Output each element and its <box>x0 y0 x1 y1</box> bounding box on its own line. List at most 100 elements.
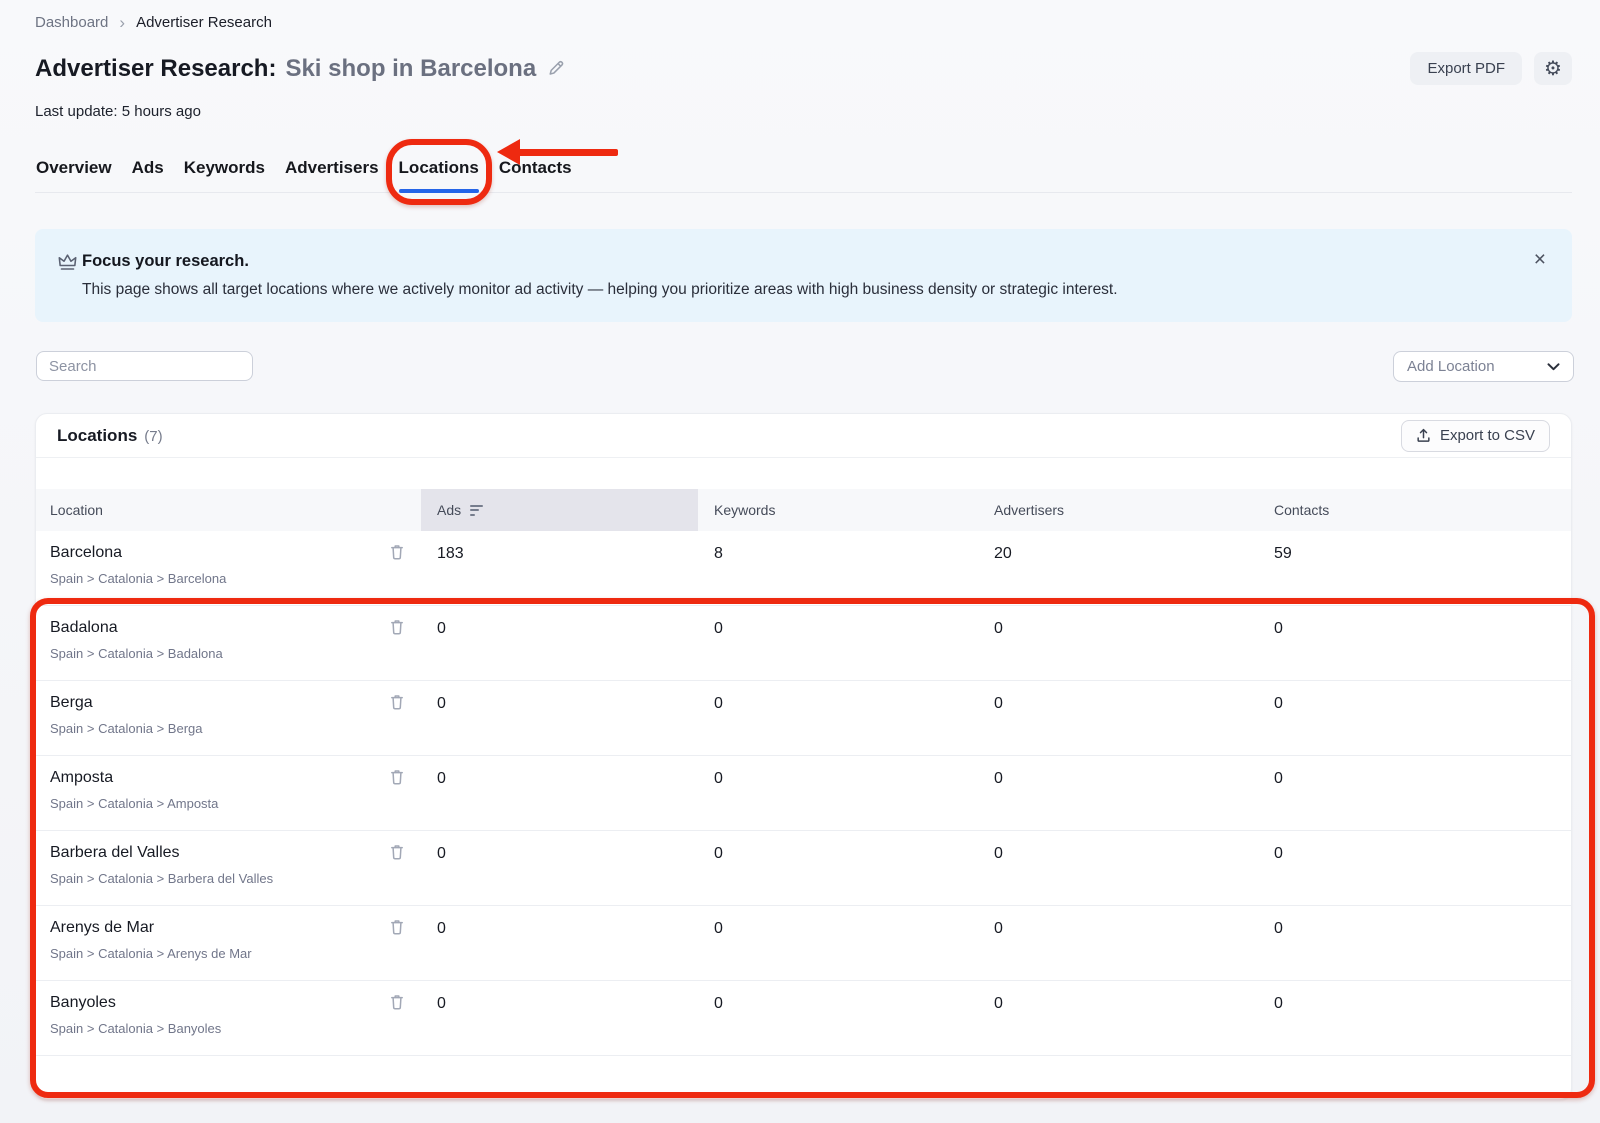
location-name: Arenys de Mar <box>50 919 421 937</box>
contacts-value: 0 <box>1258 681 1571 755</box>
column-header-ads[interactable]: Ads <box>421 489 698 531</box>
location-cell: Berga Spain > Catalonia > Berga <box>36 681 421 755</box>
location-path: Spain > Catalonia > Berga <box>50 721 421 736</box>
location-path: Spain > Catalonia > Arenys de Mar <box>50 946 421 961</box>
column-header-keywords[interactable]: Keywords <box>698 489 978 531</box>
delete-location-button[interactable] <box>390 544 404 560</box>
locations-card-title: Locations <box>57 426 137 446</box>
ads-value: 183 <box>421 531 698 605</box>
tab-advertisers[interactable]: Advertisers <box>284 156 380 192</box>
advertisers-value: 0 <box>978 906 1258 980</box>
advertisers-value: 0 <box>978 981 1258 1055</box>
ads-value: 0 <box>421 831 698 905</box>
delete-location-button[interactable] <box>390 994 404 1010</box>
keywords-value: 0 <box>698 681 978 755</box>
location-name: Amposta <box>50 769 421 787</box>
keywords-value: 8 <box>698 531 978 605</box>
column-header-ads-label: Ads <box>437 502 461 518</box>
ads-value: 0 <box>421 681 698 755</box>
table-row: Barcelona Spain > Catalonia > Barcelona … <box>36 531 1571 606</box>
table-row: Banyoles Spain > Catalonia > Banyoles 0 … <box>36 981 1571 1056</box>
location-cell: Barcelona Spain > Catalonia > Barcelona <box>36 531 421 605</box>
locations-card-header: Locations (7) Export to CSV <box>36 414 1571 458</box>
trash-icon <box>390 544 404 560</box>
table-row: Arenys de Mar Spain > Catalonia > Arenys… <box>36 906 1571 981</box>
trash-icon <box>390 769 404 785</box>
tab-contacts[interactable]: Contacts <box>498 156 573 192</box>
keywords-value: 0 <box>698 831 978 905</box>
contacts-value: 0 <box>1258 606 1571 680</box>
column-header-advertisers[interactable]: Advertisers <box>978 489 1258 531</box>
advertisers-value: 0 <box>978 606 1258 680</box>
location-cell: Amposta Spain > Catalonia > Amposta <box>36 756 421 830</box>
tab-bar: Overview Ads Keywords Advertisers Locati… <box>35 156 1572 193</box>
delete-location-button[interactable] <box>390 769 404 785</box>
tab-locations[interactable]: Locations <box>398 156 480 192</box>
breadcrumb-item-current: Advertiser Research <box>136 14 272 31</box>
location-cell: Badalona Spain > Catalonia > Badalona <box>36 606 421 680</box>
contacts-value: 0 <box>1258 981 1571 1055</box>
tab-overview[interactable]: Overview <box>35 156 113 192</box>
tab-keywords[interactable]: Keywords <box>183 156 266 192</box>
location-cell: Barbera del Valles Spain > Catalonia > B… <box>36 831 421 905</box>
export-pdf-button[interactable]: Export PDF <box>1410 52 1522 85</box>
edit-title-button[interactable] <box>547 59 566 78</box>
contacts-value: 0 <box>1258 756 1571 830</box>
locations-table-body: Barcelona Spain > Catalonia > Barcelona … <box>36 531 1571 1056</box>
delete-location-button[interactable] <box>390 844 404 860</box>
breadcrumb-item-dashboard[interactable]: Dashboard <box>35 14 108 31</box>
keywords-value: 0 <box>698 606 978 680</box>
ads-value: 0 <box>421 906 698 980</box>
chevron-right-icon: › <box>119 14 125 31</box>
ads-value: 0 <box>421 606 698 680</box>
location-name: Barbera del Valles <box>50 844 421 862</box>
crown-icon <box>57 253 78 272</box>
table-header-row: Location Ads Keywords Advertisers Contac… <box>36 489 1571 531</box>
settings-button[interactable]: ⚙ <box>1534 52 1572 85</box>
contacts-value: 0 <box>1258 906 1571 980</box>
location-path: Spain > Catalonia > Badalona <box>50 646 421 661</box>
annotation-arrow-shaft <box>518 149 618 156</box>
ads-value: 0 <box>421 981 698 1055</box>
trash-icon <box>390 919 404 935</box>
add-location-dropdown[interactable]: Add Location <box>1393 351 1574 382</box>
trash-icon <box>390 619 404 635</box>
delete-location-button[interactable] <box>390 619 404 635</box>
keywords-value: 0 <box>698 981 978 1055</box>
banner-body: This page shows all target locations whe… <box>82 281 1118 299</box>
keywords-value: 0 <box>698 756 978 830</box>
page-title-label: Advertiser Research: <box>35 55 276 83</box>
locations-count-badge: (7) <box>144 428 162 445</box>
search-input[interactable] <box>36 351 253 381</box>
location-path: Spain > Catalonia > Banyoles <box>50 1021 421 1036</box>
tab-ads[interactable]: Ads <box>131 156 165 192</box>
advertisers-value: 0 <box>978 756 1258 830</box>
location-name: Berga <box>50 694 421 712</box>
gear-icon: ⚙ <box>1544 56 1562 81</box>
breadcrumb: Dashboard › Advertiser Research <box>35 14 272 31</box>
delete-location-button[interactable] <box>390 694 404 710</box>
last-update-text: Last update: 5 hours ago <box>35 103 201 120</box>
contacts-value: 59 <box>1258 531 1571 605</box>
location-name: Barcelona <box>50 544 421 562</box>
delete-location-button[interactable] <box>390 919 404 935</box>
table-row: Berga Spain > Catalonia > Berga 0 0 0 0 <box>36 681 1571 756</box>
export-csv-label: Export to CSV <box>1440 427 1535 444</box>
table-row: Amposta Spain > Catalonia > Amposta 0 0 … <box>36 756 1571 831</box>
ads-value: 0 <box>421 756 698 830</box>
column-header-location[interactable]: Location <box>36 489 421 531</box>
trash-icon <box>390 694 404 710</box>
page-header: Advertiser Research: Ski shop in Barcelo… <box>35 52 1572 85</box>
info-banner: Focus your research. This page shows all… <box>35 229 1572 322</box>
advertisers-value: 0 <box>978 831 1258 905</box>
chevron-down-icon <box>1547 363 1560 371</box>
page-title: Advertiser Research: Ski shop in Barcelo… <box>35 55 566 83</box>
location-path: Spain > Catalonia > Barbera del Valles <box>50 871 421 886</box>
advertisers-value: 20 <box>978 531 1258 605</box>
export-csv-button[interactable]: Export to CSV <box>1401 420 1550 452</box>
pencil-icon <box>547 59 566 78</box>
column-header-contacts[interactable]: Contacts <box>1258 489 1571 531</box>
close-icon[interactable]: × <box>1534 249 1546 270</box>
locations-card: Locations (7) Export to CSV Location Ads… <box>35 413 1572 1100</box>
upload-icon <box>1416 428 1431 443</box>
